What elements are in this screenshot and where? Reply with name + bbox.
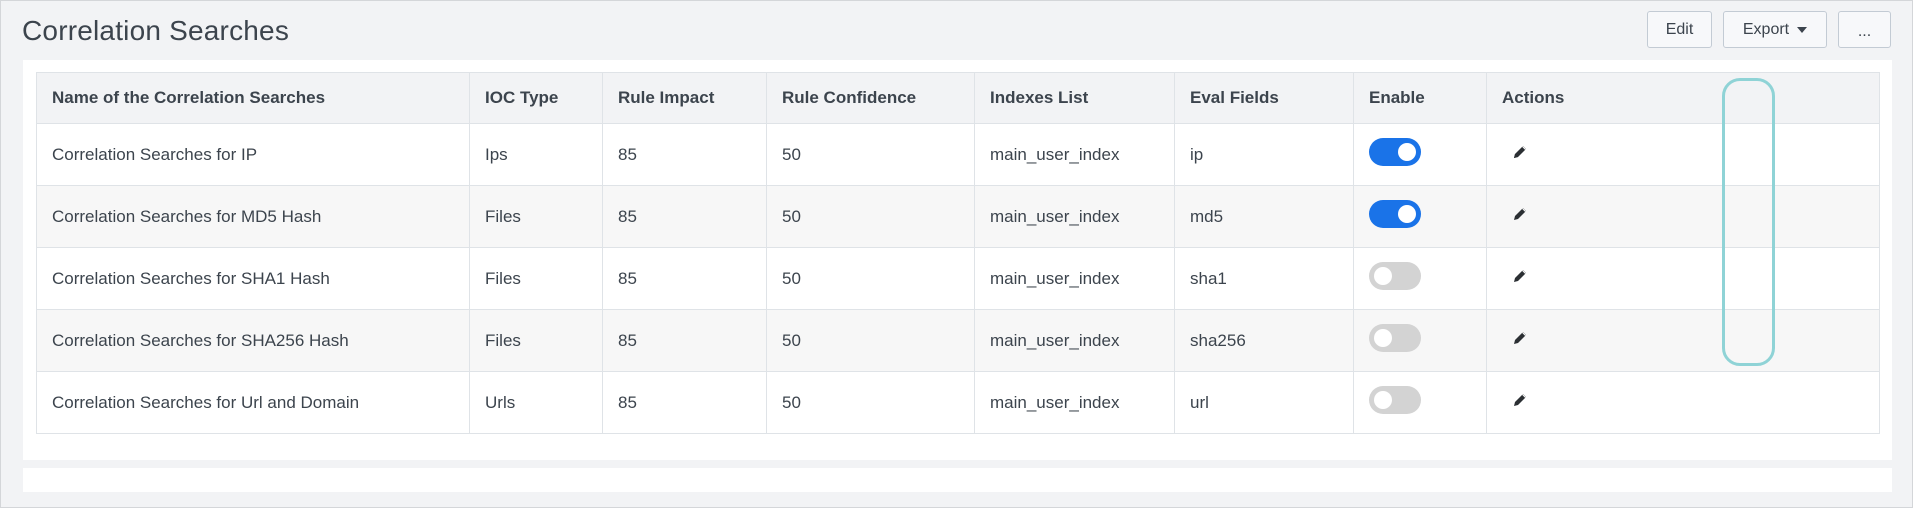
cell-eval-fields: sha256 bbox=[1174, 309, 1354, 372]
cell-rule-confidence: 50 bbox=[766, 123, 975, 186]
cell-enable bbox=[1353, 309, 1487, 372]
enable-toggle[interactable] bbox=[1369, 385, 1421, 414]
cell-actions bbox=[1486, 309, 1880, 372]
cell-actions bbox=[1486, 185, 1880, 248]
cell-name: Correlation Searches for MD5 Hash bbox=[36, 185, 470, 248]
cell-indexes-list: main_user_index bbox=[974, 371, 1175, 434]
table-panel: Name of the Correlation Searches IOC Typ… bbox=[23, 60, 1892, 460]
cell-rule-impact: 85 bbox=[602, 123, 767, 186]
cell-rule-confidence: 50 bbox=[766, 371, 975, 434]
cell-rule-impact: 85 bbox=[602, 371, 767, 434]
cell-eval-fields: sha1 bbox=[1174, 247, 1354, 310]
cell-indexes-list: main_user_index bbox=[974, 185, 1175, 248]
toolbar: Edit Export ... bbox=[1647, 11, 1891, 48]
cell-eval-fields: ip bbox=[1174, 123, 1354, 186]
table-row: Correlation Searches for SHA256 Hash Fil… bbox=[36, 309, 1880, 372]
edit-button[interactable]: Edit bbox=[1647, 11, 1712, 48]
column-header-enable[interactable]: Enable bbox=[1353, 72, 1487, 124]
column-header-rule-confidence[interactable]: Rule Confidence bbox=[766, 72, 975, 124]
export-button[interactable]: Export bbox=[1723, 11, 1827, 48]
secondary-panel bbox=[23, 468, 1892, 492]
column-header-rule-impact[interactable]: Rule Impact bbox=[602, 72, 767, 124]
table-row: Correlation Searches for IP Ips 85 50 ma… bbox=[36, 123, 1880, 186]
export-button-label: Export bbox=[1742, 20, 1790, 38]
toggle-knob bbox=[1374, 390, 1392, 409]
pencil-icon[interactable] bbox=[1511, 329, 1529, 347]
cell-rule-impact: 85 bbox=[602, 185, 767, 248]
pencil-icon[interactable] bbox=[1511, 143, 1529, 161]
pencil-icon[interactable] bbox=[1511, 391, 1529, 409]
caret-down-icon bbox=[1797, 26, 1808, 33]
toggle-knob bbox=[1374, 328, 1392, 347]
cell-enable bbox=[1353, 371, 1487, 434]
cell-rule-confidence: 50 bbox=[766, 185, 975, 248]
toggle-knob bbox=[1374, 266, 1392, 285]
table-row: Correlation Searches for Url and Domain … bbox=[36, 371, 1880, 434]
enable-toggle[interactable] bbox=[1369, 199, 1421, 228]
cell-ioc-type: Ips bbox=[469, 123, 603, 186]
cell-actions bbox=[1486, 123, 1880, 186]
more-actions-label: ... bbox=[1857, 22, 1872, 40]
column-header-ioc-type[interactable]: IOC Type bbox=[469, 72, 603, 124]
cell-enable bbox=[1353, 185, 1487, 248]
enable-toggle[interactable] bbox=[1369, 137, 1421, 166]
cell-indexes-list: main_user_index bbox=[974, 123, 1175, 186]
enable-toggle[interactable] bbox=[1369, 261, 1421, 290]
toggle-knob bbox=[1398, 142, 1416, 161]
cell-rule-confidence: 50 bbox=[766, 247, 975, 310]
cell-rule-confidence: 50 bbox=[766, 309, 975, 372]
cell-ioc-type: Files bbox=[469, 247, 603, 310]
column-header-indexes-list[interactable]: Indexes List bbox=[974, 72, 1175, 124]
cell-name: Correlation Searches for SHA256 Hash bbox=[36, 309, 470, 372]
cell-ioc-type: Files bbox=[469, 309, 603, 372]
column-header-actions: Actions bbox=[1486, 72, 1880, 124]
cell-ioc-type: Urls bbox=[469, 371, 603, 434]
cell-enable bbox=[1353, 247, 1487, 310]
cell-enable bbox=[1353, 123, 1487, 186]
cell-actions bbox=[1486, 247, 1880, 310]
column-header-eval-fields[interactable]: Eval Fields bbox=[1174, 72, 1354, 124]
cell-rule-impact: 85 bbox=[602, 247, 767, 310]
edit-button-label: Edit bbox=[1665, 20, 1694, 38]
cell-eval-fields: url bbox=[1174, 371, 1354, 434]
cell-name: Correlation Searches for IP bbox=[36, 123, 470, 186]
cell-indexes-list: main_user_index bbox=[974, 309, 1175, 372]
cell-eval-fields: md5 bbox=[1174, 185, 1354, 248]
cell-actions bbox=[1486, 371, 1880, 434]
more-actions-button[interactable]: ... bbox=[1838, 11, 1891, 48]
toggle-knob bbox=[1398, 204, 1416, 223]
pencil-icon[interactable] bbox=[1511, 267, 1529, 285]
column-header-name[interactable]: Name of the Correlation Searches bbox=[36, 72, 470, 124]
cell-rule-impact: 85 bbox=[602, 309, 767, 372]
cell-indexes-list: main_user_index bbox=[974, 247, 1175, 310]
page-title: Correlation Searches bbox=[22, 15, 290, 46]
table-row: Correlation Searches for SHA1 Hash Files… bbox=[36, 247, 1880, 310]
cell-name: Correlation Searches for Url and Domain bbox=[36, 371, 470, 434]
pencil-icon[interactable] bbox=[1511, 205, 1529, 223]
correlation-searches-table: Name of the Correlation Searches IOC Typ… bbox=[36, 72, 1880, 434]
cell-name: Correlation Searches for SHA1 Hash bbox=[36, 247, 470, 310]
enable-toggle[interactable] bbox=[1369, 323, 1421, 352]
table-row: Correlation Searches for MD5 Hash Files … bbox=[36, 185, 1880, 248]
cell-ioc-type: Files bbox=[469, 185, 603, 248]
table-header-row: Name of the Correlation Searches IOC Typ… bbox=[36, 72, 1880, 124]
